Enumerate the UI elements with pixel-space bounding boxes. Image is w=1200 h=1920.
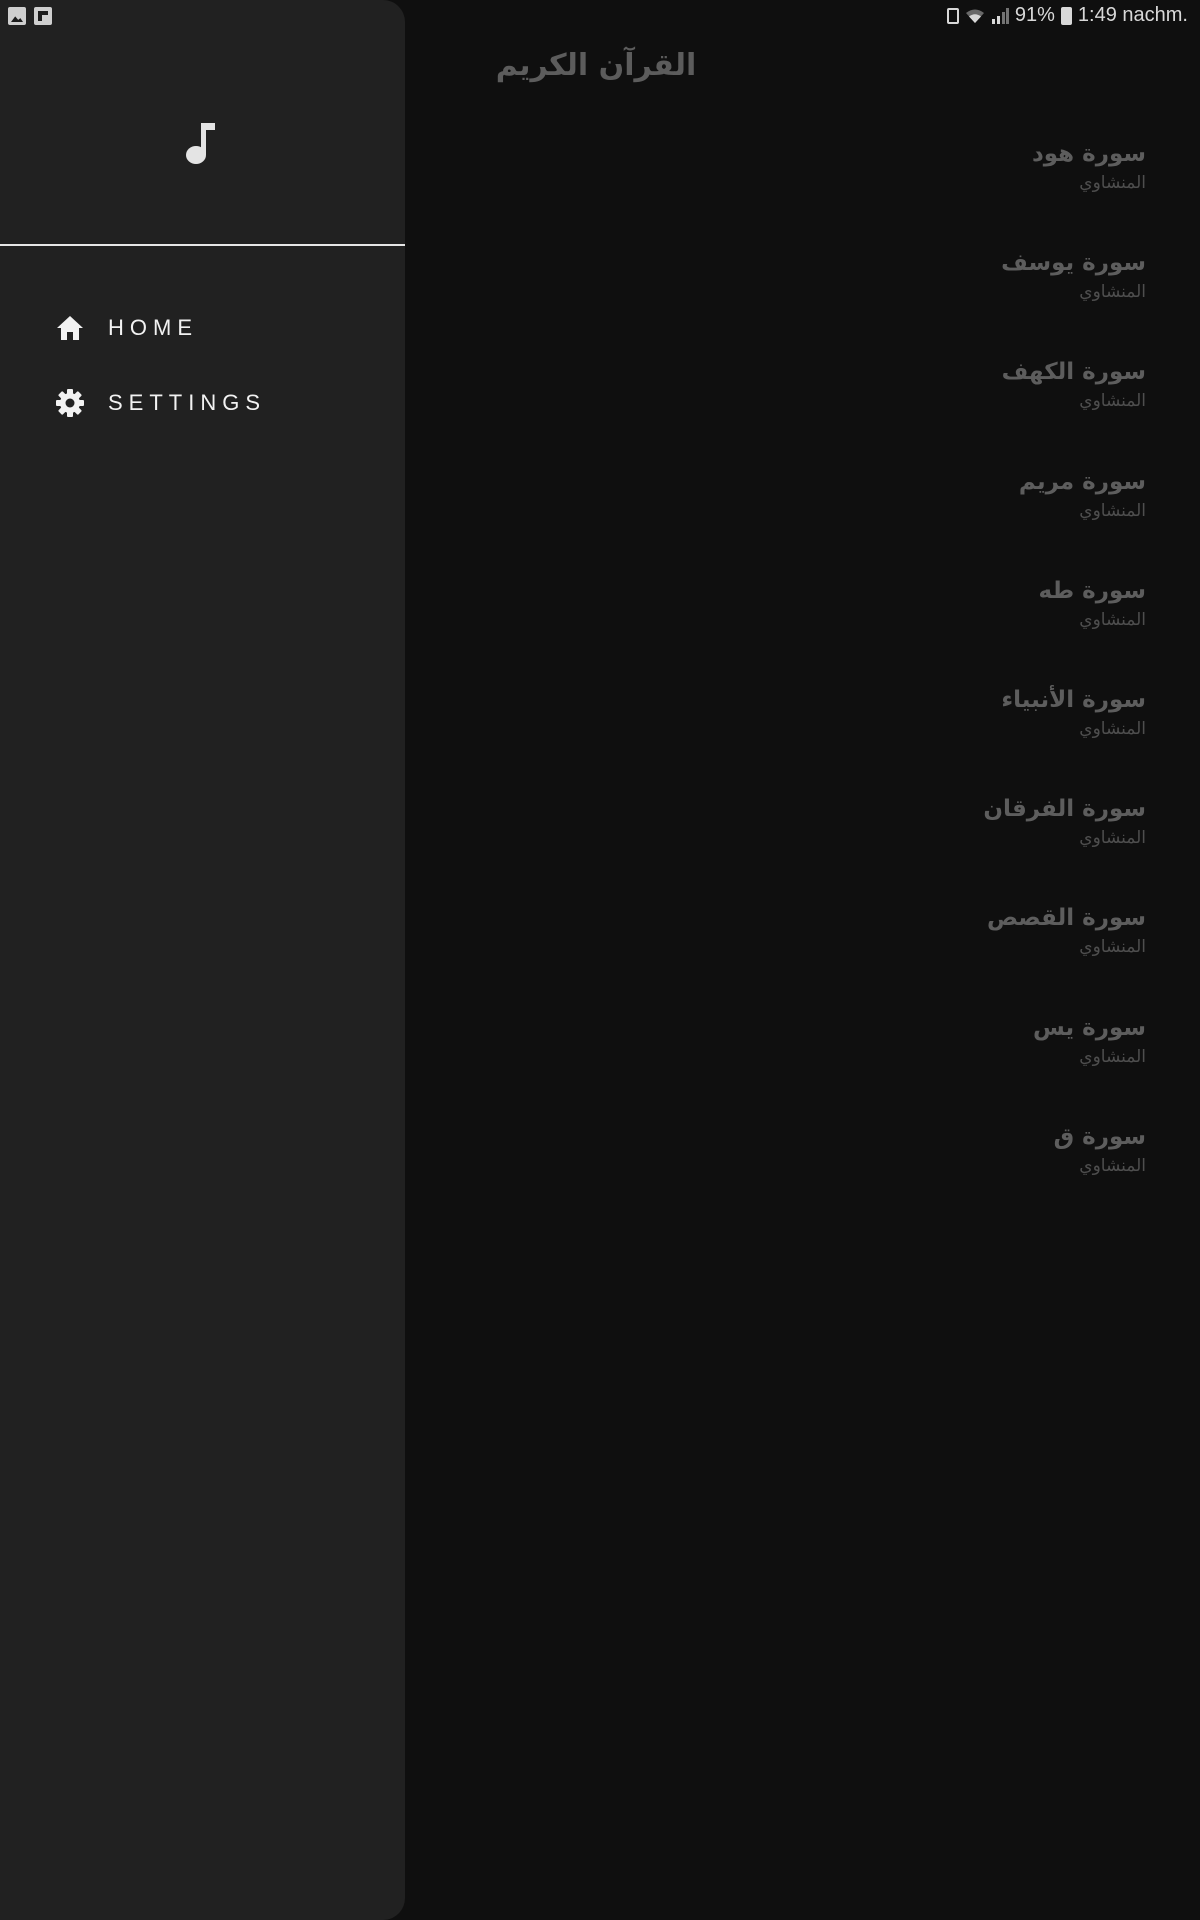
surah-list-item[interactable]: سورة مريم المنشاوي xyxy=(546,464,1146,573)
surah-list-item[interactable]: سورة القصص المنشاوي xyxy=(546,900,1146,1009)
surah-name: سورة طه xyxy=(1038,577,1146,604)
surah-list-item[interactable]: سورة الأنبياء المنشاوي xyxy=(546,682,1146,791)
surah-list-item[interactable]: سورة طه المنشاوي xyxy=(546,573,1146,682)
nav-label-settings: SETTINGS xyxy=(108,389,267,415)
battery-saver-icon xyxy=(946,7,959,24)
status-notifications xyxy=(8,7,52,25)
surah-reciter: المنشاوي xyxy=(1079,609,1146,630)
surah-reciter: المنشاوي xyxy=(1079,718,1146,739)
surah-list-item[interactable]: سورة هود المنشاوي xyxy=(546,136,1146,245)
status-bar: 91% 1:49 nachm. xyxy=(0,0,1200,34)
surah-list-item[interactable]: سورة ق المنشاوي xyxy=(546,1119,1146,1228)
surah-name: سورة يوسف xyxy=(1001,250,1146,277)
surah-reciter: المنشاوي xyxy=(1079,282,1146,303)
surah-name: سورة الأنبياء xyxy=(1001,686,1146,713)
surah-name: سورة الفرقان xyxy=(983,796,1146,823)
surah-reciter: المنشاوي xyxy=(1079,828,1146,849)
surah-name: سورة ق xyxy=(1053,1123,1146,1150)
drawer-header xyxy=(0,0,405,246)
drawer-nav: HOME SETTINGS xyxy=(0,290,405,440)
signal-icon xyxy=(991,7,1009,24)
surah-name: سورة هود xyxy=(1031,141,1146,167)
home-icon xyxy=(55,313,85,343)
navigation-drawer: HOME SETTINGS xyxy=(0,0,405,1920)
nav-item-home[interactable]: HOME xyxy=(0,290,405,365)
surah-name: سورة الكهف xyxy=(1001,359,1146,386)
screen: 91% 1:49 nachm. القرآن الكريم سورة هود ال… xyxy=(0,0,1200,1920)
surah-list-item[interactable]: سورة الكهف المنشاوي xyxy=(546,354,1146,463)
gallery-icon xyxy=(8,7,26,25)
wifi-icon xyxy=(965,8,985,24)
surah-list-item[interactable]: سورة الفرقان المنشاوي xyxy=(546,791,1146,900)
flipboard-icon xyxy=(34,7,52,25)
battery-icon xyxy=(1060,6,1072,25)
music-note-icon xyxy=(186,123,215,164)
surah-list-item[interactable]: سورة يس المنشاوي xyxy=(546,1010,1146,1119)
clock: 1:49 nachm. xyxy=(1077,4,1188,26)
surah-reciter: المنشاوي xyxy=(1079,500,1146,521)
nav-item-settings[interactable]: SETTINGS xyxy=(0,365,405,440)
surah-list-item[interactable]: سورة يوسف المنشاوي xyxy=(546,245,1146,354)
gear-icon xyxy=(55,388,85,418)
nav-label-home: HOME xyxy=(108,314,198,340)
battery-percent: 91% xyxy=(1014,4,1055,26)
surah-name: سورة مريم xyxy=(1018,468,1146,495)
surah-reciter: المنشاوي xyxy=(1079,937,1146,958)
surah-name: سورة يس xyxy=(1032,1014,1146,1041)
surah-reciter: المنشاوي xyxy=(1079,1155,1146,1176)
surah-list: سورة هود المنشاوي سورة يوسف المنشاوي سورة ال… xyxy=(546,136,1146,1228)
status-system: 91% 1:49 nachm. xyxy=(946,4,1188,27)
surah-reciter: المنشاوي xyxy=(1079,391,1146,412)
surah-name: سورة القصص xyxy=(987,905,1146,932)
surah-reciter: المنشاوي xyxy=(1079,1046,1146,1067)
surah-reciter: المنشاوي xyxy=(1079,173,1146,193)
app-title: القرآن الكريم xyxy=(495,48,697,83)
